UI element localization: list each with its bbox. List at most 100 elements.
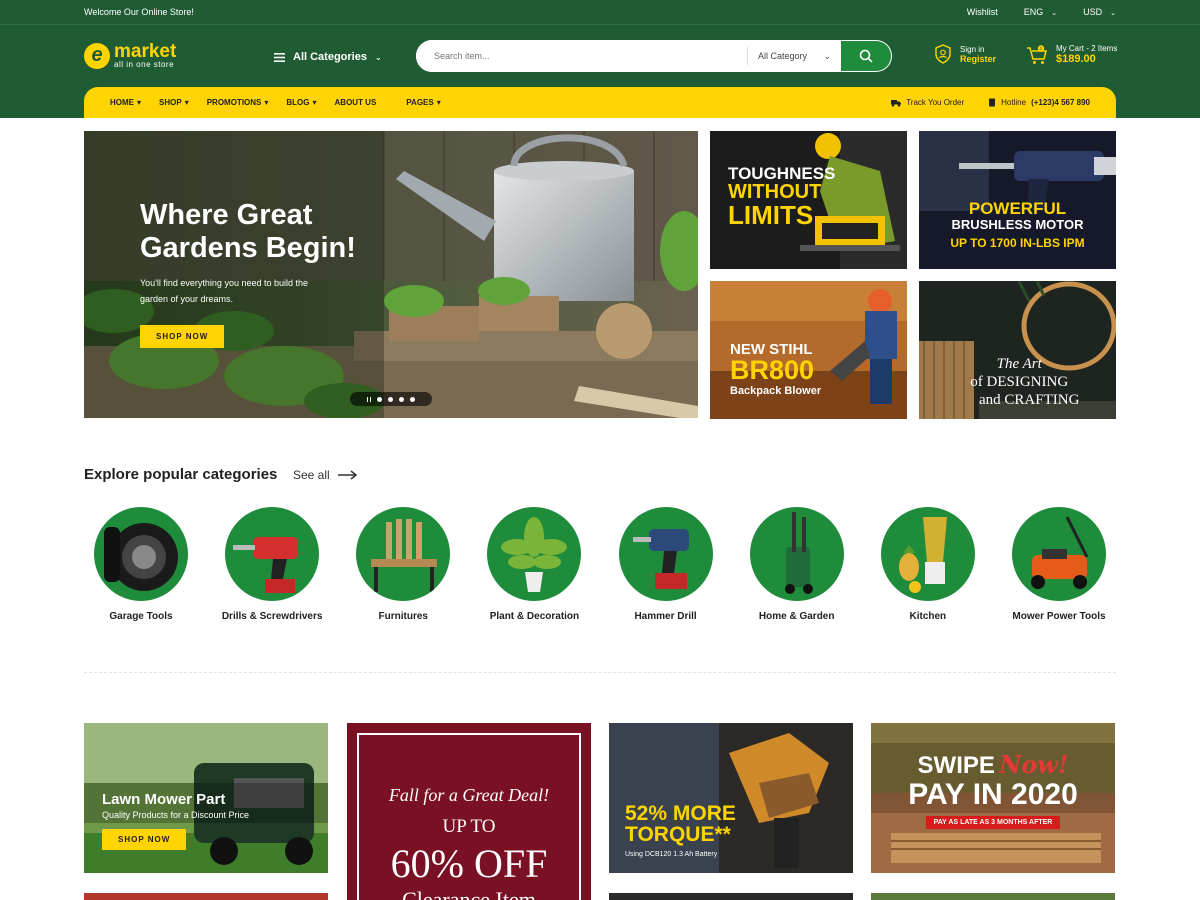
nav-item-label: PAGES (406, 98, 434, 107)
nav-item-home[interactable]: HOME ▾ (110, 98, 141, 107)
categories-title: Explore popular categories (84, 466, 278, 483)
category-name: Furnitures (378, 611, 428, 622)
sign-in-label: Sign in (960, 44, 985, 54)
pause-icon[interactable] (367, 396, 371, 402)
category-image (749, 507, 844, 601)
search-icon (859, 49, 873, 63)
currency-value: USD (1083, 7, 1103, 17)
chair-icon (371, 519, 438, 592)
category-item[interactable]: Mower Power Tools (1002, 507, 1116, 622)
promo-stihl-blower[interactable]: NEW STIHL BR800 Backpack Blower (710, 281, 907, 419)
slider-dot[interactable] (377, 396, 382, 402)
language-select[interactable]: ENG ⌄ (1024, 7, 1057, 17)
phone-icon (989, 98, 996, 107)
hero-title: Where Great Gardens Begin! (140, 199, 356, 265)
nav-item-label: SHOP (159, 98, 182, 107)
promo-line2: BR800 (730, 355, 815, 385)
search-button[interactable] (841, 41, 891, 71)
promo-brushless-motor[interactable]: POWERFUL BRUSHLESS MOTOR UP TO 1700 IN-L… (919, 131, 1116, 269)
banner-fall-deal[interactable]: Fall for a Great Deal! UP TO 60% OFF Cle… (347, 723, 591, 900)
promo-crafting-text: The Art of DESIGNING and CRAFTING (959, 357, 1079, 408)
category-name: Hammer Drill (634, 611, 697, 622)
nav-item-shop[interactable]: SHOP ▾ (159, 98, 189, 107)
search-category-value: All Category (758, 51, 808, 61)
promo-line3: UP TO 1700 IN-LBS IPM (950, 236, 1085, 250)
logo-text: market all in one store (114, 42, 176, 69)
menu-icon (274, 52, 285, 62)
hammer-drill-icon (632, 529, 689, 589)
logo[interactable]: e market all in one store (84, 42, 176, 69)
slider-dot[interactable] (399, 396, 404, 402)
track-order-link[interactable]: Track You Order (891, 98, 964, 107)
category-item[interactable]: Hammer Drill (609, 507, 723, 622)
caret-down-icon: ▾ (312, 98, 317, 107)
promo-stihl-text: NEW STIHL BR800 Backpack Blower (730, 342, 821, 397)
all-categories-button[interactable]: All Categories ⌄ (274, 51, 382, 63)
truck-icon (891, 99, 902, 107)
top-bar: Welcome Our Online Store! Wishlist ENG ⌄ … (0, 0, 1200, 25)
account-text: Sign in Register (960, 45, 996, 64)
category-item[interactable]: Garage Tools (84, 507, 198, 622)
promo-toughness-text: TOUGHNESS WITHOUT LIMITS (728, 165, 835, 228)
section-divider (84, 672, 1116, 673)
category-image (487, 507, 582, 601)
drill-icon (233, 537, 299, 593)
currency-select[interactable]: USD ⌄ (1083, 7, 1116, 17)
category-item[interactable]: Furnitures (346, 507, 460, 622)
nav-item-promotions[interactable]: PROMOTIONS ▾ (207, 98, 269, 107)
category-item[interactable]: Drills & Screwdrivers (215, 507, 329, 622)
hero-title-line2: Gardens Begin! (140, 232, 356, 264)
nav-item-about[interactable]: ABOUT US (335, 98, 377, 107)
wishlist-link[interactable]: Wishlist (967, 7, 998, 17)
category-list: Garage Tools Drills & Screwdrivers Furni… (84, 507, 1116, 622)
nav-item-blog[interactable]: BLOG ▾ (286, 98, 316, 107)
main-nav: HOME ▾ SHOP ▾ PROMOTIONS ▾ BLOG ▾ ABOUT US P… (84, 87, 1116, 118)
hero-shop-now-button[interactable]: SHOP NOW (140, 325, 225, 348)
welcome-text: Welcome Our Online Store! (84, 7, 194, 17)
nav-item-pages[interactable]: PAGES ▾ (406, 98, 440, 107)
category-item[interactable]: Kitchen (871, 507, 985, 622)
banner-shop-now-button[interactable]: SHOP NOW (102, 829, 187, 850)
banner-line1: 52% MORE (625, 802, 736, 825)
category-name: Home & Garden (758, 611, 835, 622)
banner-row2-tile (871, 893, 1115, 900)
promo-designing-crafting[interactable]: The Art of DESIGNING and CRAFTING (919, 281, 1116, 419)
hotline-label: Hotline (1001, 98, 1027, 107)
category-item[interactable]: Plant & Decoration (477, 507, 591, 622)
banner-lawn-mower[interactable]: Lawn Mower Part Quality Products for a D… (84, 723, 328, 873)
see-all-link[interactable]: See all (293, 468, 358, 482)
category-name: Drills & Screwdrivers (221, 611, 323, 622)
category-image (880, 507, 975, 601)
category-name: Mower Power Tools (1012, 611, 1106, 622)
promo-line1: POWERFUL (968, 199, 1067, 218)
caret-down-icon: ▾ (264, 98, 269, 107)
hero-title-line1: Where Great (140, 199, 313, 231)
search-bar: All Category ⌄ (416, 40, 892, 72)
category-item[interactable]: Home & Garden (740, 507, 854, 622)
chevron-down-icon: ⌄ (374, 52, 382, 62)
hero-slider: Where Great Gardens Begin! You'll find ev… (84, 131, 698, 418)
cart-link[interactable]: 2 My Cart - 2 Items $189.00 (1026, 44, 1117, 65)
hotline[interactable]: Hotline (+123)4 567 890 (988, 98, 1090, 107)
register-label: Register (960, 53, 997, 64)
banner-torque[interactable]: 52% MORE TORQUE** Using DCB120 1.3 Ah Ba… (609, 723, 853, 873)
category-image (1011, 507, 1106, 601)
banner-swipe-now[interactable]: SWIPE Now! PAY IN 2020 PAY AS LATE AS 3 … (871, 723, 1115, 873)
banner-line1: Fall for a Great Deal! (388, 785, 550, 805)
banner-fall-deal-text: Fall for a Great Deal! UP TO 60% OFF Cle… (347, 785, 591, 900)
promo-line1: The Art (996, 356, 1042, 372)
hotline-number: (+123)4 567 890 (1031, 98, 1090, 107)
promo-line2: of DESIGNING (970, 374, 1069, 390)
account-link[interactable]: Sign in Register (934, 44, 996, 64)
all-categories-label: All Categories (293, 51, 367, 63)
search-input[interactable] (416, 40, 747, 72)
banner-line4: Clearance Item (402, 887, 536, 900)
nav-item-label: BLOG (286, 98, 310, 107)
hero-text: Where Great Gardens Begin! You'll find ev… (140, 199, 356, 348)
promo-line1: TOUGHNESS (728, 164, 836, 183)
slider-dot[interactable] (388, 396, 393, 402)
search-category-select[interactable]: All Category ⌄ (747, 47, 841, 65)
slider-dot[interactable] (410, 396, 415, 402)
logo-mark: e (84, 42, 110, 69)
promo-toughness[interactable]: TOUGHNESS WITHOUT LIMITS (710, 131, 907, 269)
